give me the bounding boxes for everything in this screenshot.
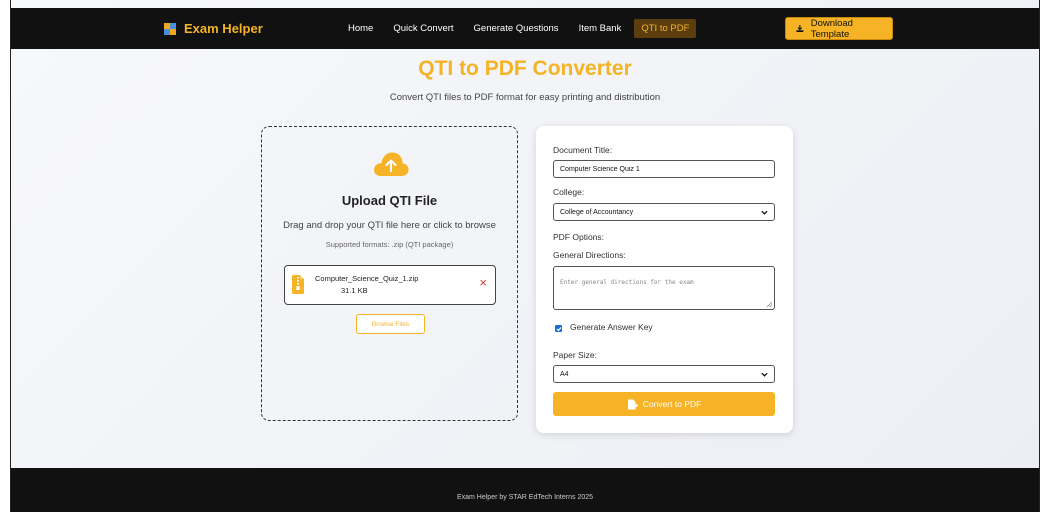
navbar: Exam Helper Home Quick Convert Generate … [11, 8, 1039, 49]
paper-size-label: Paper Size: [553, 350, 597, 360]
remove-file-icon[interactable]: × [479, 276, 487, 289]
file-size: 31.1 KB [341, 286, 368, 295]
pdf-settings-form: Document Title: College: College of Acco… [536, 126, 793, 433]
download-template-button[interactable]: Download Template [785, 17, 893, 40]
answer-key-checkbox[interactable] [555, 325, 562, 332]
college-label: College: [553, 187, 585, 197]
browse-files-button[interactable]: Browse Files [356, 314, 425, 334]
college-selected-value: College of Accountancy [560, 208, 634, 216]
cloud-upload-icon [374, 152, 409, 176]
nav-links: Home Quick Convert Generate Questions It… [341, 19, 702, 38]
puzzle-logo-icon [164, 22, 176, 35]
app-frame: Exam Helper Home Quick Convert Generate … [10, 0, 1040, 512]
file-name: Computer_Science_Quiz_1.zip [315, 274, 419, 283]
resize-grip-icon[interactable] [767, 302, 772, 307]
brand-name: Exam Helper [184, 21, 263, 36]
file-pdf-icon [627, 399, 638, 409]
convert-to-pdf-button[interactable]: Convert to PDF [553, 392, 775, 416]
upload-description: Drag and drop your QTI file here or clic… [283, 220, 496, 231]
document-title-label: Document Title: [553, 145, 613, 155]
checkmark-icon [556, 326, 561, 331]
general-directions-textarea[interactable]: Enter general directions for the exam [553, 266, 775, 310]
nav-home[interactable]: Home [341, 19, 380, 38]
nav-generate-questions[interactable]: Generate Questions [467, 19, 566, 38]
paper-size-selected-value: A4 [560, 370, 569, 378]
upload-dropzone[interactable]: Upload QTI File Drag and drop your QTI f… [261, 126, 518, 421]
chevron-down-icon [761, 210, 768, 215]
zip-file-icon [292, 275, 304, 294]
general-directions-label: General Directions: [553, 250, 626, 260]
document-title-input[interactable] [553, 160, 775, 178]
pdf-options-label: PDF Options: [553, 232, 605, 242]
footer-text: Exam Helper by STAR EdTech Interns 2025 [456, 494, 594, 501]
download-icon [796, 25, 804, 32]
answer-key-label[interactable]: Generate Answer Key [570, 322, 653, 332]
general-directions-placeholder: Enter general directions for the exam [560, 279, 694, 286]
nav-quick-convert[interactable]: Quick Convert [386, 19, 460, 38]
chevron-down-icon [761, 372, 768, 377]
page-subtitle: Convert QTI files to PDF format for easy… [389, 92, 661, 103]
page-title: QTI to PDF Converter [418, 57, 632, 80]
nav-item-bank[interactable]: Item Bank [572, 19, 629, 38]
upload-title: Upload QTI File [341, 193, 438, 208]
college-select[interactable]: College of Accountancy [553, 203, 775, 221]
selected-file-card: Computer_Science_Quiz_1.zip 31.1 KB × [284, 265, 496, 305]
nav-qti-to-pdf[interactable]: QTI to PDF [634, 19, 697, 38]
brand[interactable]: Exam Helper [164, 21, 263, 36]
download-template-label: Download Template [810, 17, 853, 40]
supported-formats: Supported formats: .zip (QTI package) [325, 240, 454, 249]
convert-label: Convert to PDF [642, 399, 702, 409]
footer: Exam Helper by STAR EdTech Interns 2025 [11, 468, 1039, 512]
paper-size-select[interactable]: A4 [553, 365, 775, 383]
